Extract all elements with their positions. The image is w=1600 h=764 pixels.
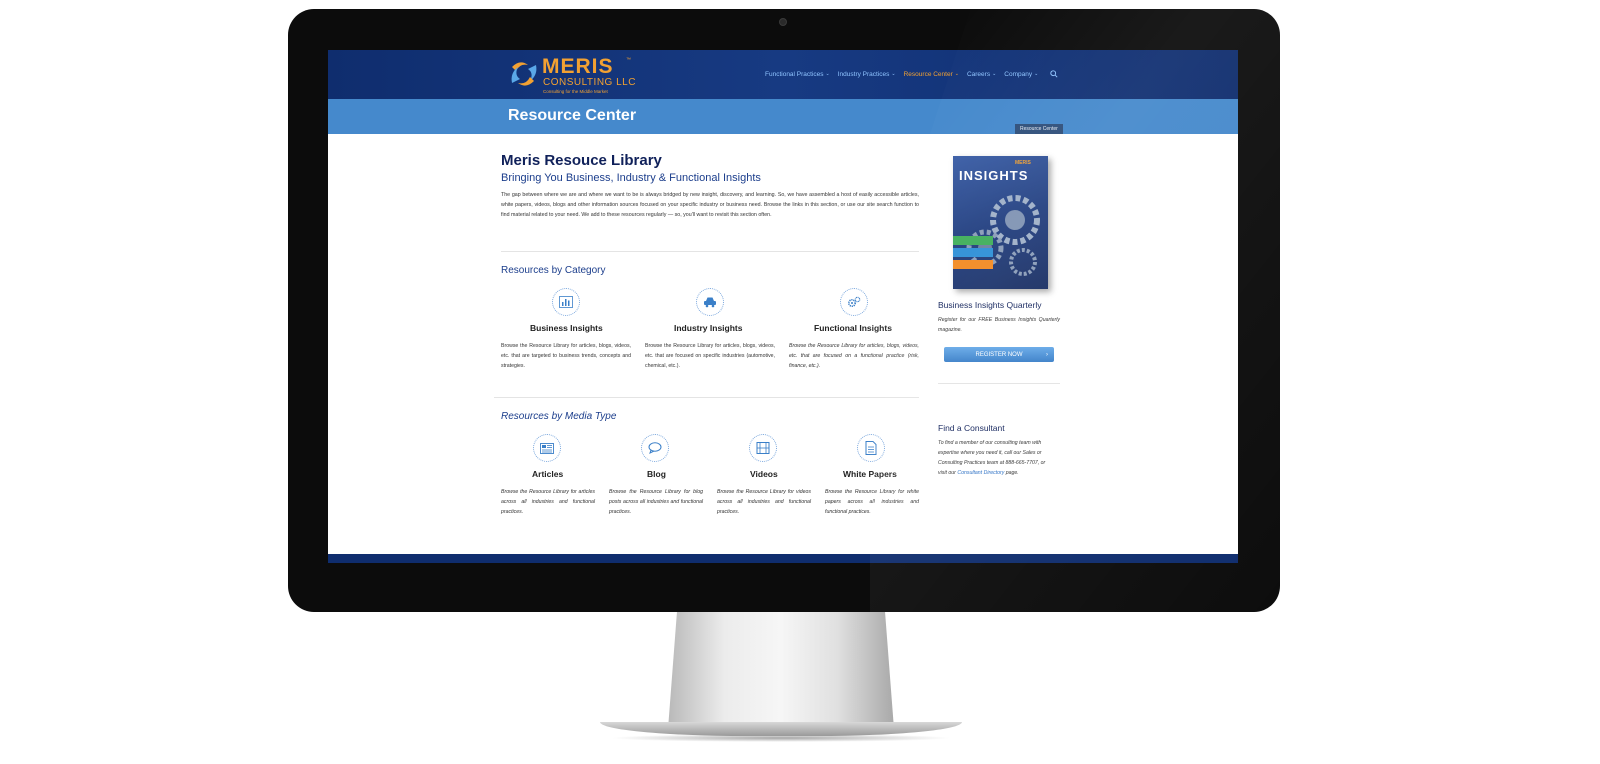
film-icon[interactable]	[749, 434, 777, 462]
logo-subline: CONSULTING LLC	[543, 77, 636, 88]
media-title[interactable]: Blog	[647, 469, 666, 479]
footer-strip	[328, 554, 1238, 563]
nav-label: Resource Center	[903, 70, 953, 78]
nav-label: Functional Practices	[765, 70, 824, 78]
nav-label: Company	[1004, 70, 1033, 78]
site-header: MERIS ™ CONSULTING LLC Consulting for th…	[328, 50, 1238, 99]
logo-tagline: Consulting for the Middle Market	[543, 89, 608, 94]
chevron-right-icon: ›	[1046, 351, 1048, 358]
chevron-down-icon: ⌄	[825, 71, 830, 77]
breadcrumb[interactable]: Resource Center	[1015, 124, 1063, 134]
quarterly-text: Register for our FREE Business Insights …	[938, 317, 1060, 333]
nav-functional-practices[interactable]: Functional Practices ⌄	[765, 71, 830, 78]
category-title[interactable]: Industry Insights	[674, 323, 742, 333]
quarterly-heading: Business Insights Quarterly	[938, 300, 1042, 310]
monitor-stand	[668, 611, 894, 729]
consultant-text-after: page.	[1004, 470, 1019, 476]
cover-band-orange	[953, 260, 993, 269]
logo-trademark: ™	[626, 57, 631, 63]
library-heading: Meris Resouce Library	[501, 152, 662, 169]
media-description: Browse the Resource Library for articles…	[501, 489, 595, 515]
media-title[interactable]: Videos	[750, 469, 778, 479]
media-description: Browse the Resource Library for blog pos…	[609, 489, 703, 515]
main-nav: Functional Practices ⌄ Industry Practices…	[765, 70, 1058, 78]
category-title[interactable]: Business Insights	[530, 323, 603, 333]
divider	[494, 397, 919, 398]
nav-careers[interactable]: Careers ⌄	[967, 71, 996, 78]
chevron-down-icon: ⌄	[992, 71, 997, 77]
chevron-down-icon: ⌄	[954, 71, 959, 77]
logo-swirl-icon	[511, 62, 537, 86]
document-icon[interactable]	[857, 434, 885, 462]
consultant-directory-link[interactable]: Consultant Directory	[957, 470, 1004, 476]
register-now-button[interactable]: REGISTER NOW ›	[944, 347, 1054, 362]
media-title[interactable]: White Papers	[843, 469, 897, 479]
library-intro: The gap between where we are and where w…	[501, 192, 919, 218]
category-description: Browse the Resource Library for articles…	[645, 343, 775, 369]
nav-company[interactable]: Company ⌄	[1004, 71, 1038, 78]
divider	[938, 383, 1060, 384]
nav-industry-practices[interactable]: Industry Practices ⌄	[838, 71, 896, 78]
category-description: Browse the Resource Library for articles…	[501, 343, 631, 369]
find-consultant-heading: Find a Consultant	[938, 423, 1005, 433]
cover-title: INSIGHTS	[959, 168, 1029, 183]
category-title[interactable]: Functional Insights	[814, 323, 892, 333]
speech-bubble-icon[interactable]	[641, 434, 669, 462]
media-description: Browse the Resource Library for white pa…	[825, 489, 919, 515]
register-button-label: REGISTER NOW	[975, 351, 1023, 358]
cover-band-blue	[953, 248, 993, 257]
monitor-screen: MERIS ™ CONSULTING LLC Consulting for th…	[328, 50, 1238, 563]
media-title[interactable]: Articles	[532, 469, 563, 479]
category-section-heading: Resources by Category	[501, 265, 606, 276]
nav-resource-center[interactable]: Resource Center ⌄	[904, 71, 959, 78]
logo-wordmark: MERIS	[542, 55, 614, 78]
car-icon[interactable]	[696, 288, 724, 316]
nav-label: Industry Practices	[837, 70, 890, 78]
cover-brand: MERIS	[1015, 160, 1031, 166]
logo[interactable]: MERIS ™ CONSULTING LLC Consulting for th…	[508, 55, 638, 95]
search-icon[interactable]	[1050, 70, 1058, 78]
page-title-bar: Resource Center Resource Center	[328, 99, 1238, 134]
cover-band-green	[953, 236, 993, 245]
gears-icon[interactable]	[840, 288, 868, 316]
newspaper-icon[interactable]	[533, 434, 561, 462]
insights-magazine-cover[interactable]: MERIS INSIGHTS	[953, 156, 1048, 289]
chevron-down-icon: ⌄	[891, 71, 896, 77]
bar-chart-icon[interactable]	[552, 288, 580, 316]
media-description: Browse the Resource Library for videos a…	[717, 489, 811, 515]
main-content: Meris Resouce Library Bringing You Busin…	[328, 134, 1238, 554]
category-description: Browse the Resource Library for articles…	[789, 343, 919, 369]
webcam-dot	[779, 18, 787, 26]
nav-label: Careers	[966, 70, 991, 78]
library-subheading: Bringing You Business, Industry & Functi…	[501, 172, 761, 184]
page-title: Resource Center	[508, 107, 637, 124]
divider	[501, 251, 919, 252]
chevron-down-icon: ⌄	[1034, 71, 1039, 77]
find-consultant-text: To find a member of our consulting team …	[938, 438, 1054, 478]
media-section-heading: Resources by Media Type	[501, 411, 617, 422]
